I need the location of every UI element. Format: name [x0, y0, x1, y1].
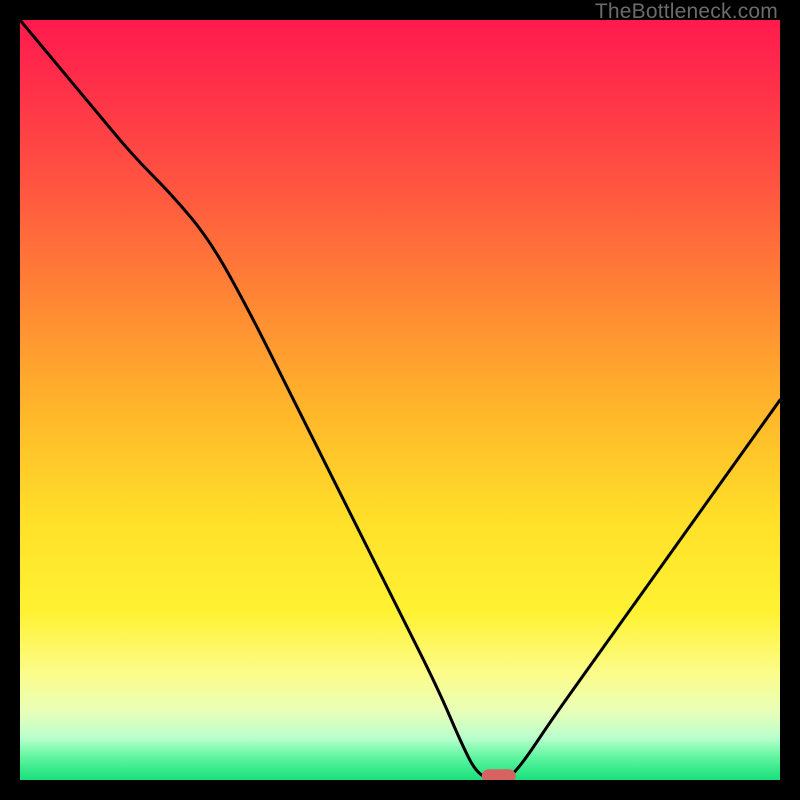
optimal-marker [482, 769, 516, 780]
bottleneck-curve [20, 20, 780, 780]
curve-svg [20, 20, 780, 780]
chart-frame: TheBottleneck.com [0, 0, 800, 800]
plot-area [20, 20, 780, 780]
